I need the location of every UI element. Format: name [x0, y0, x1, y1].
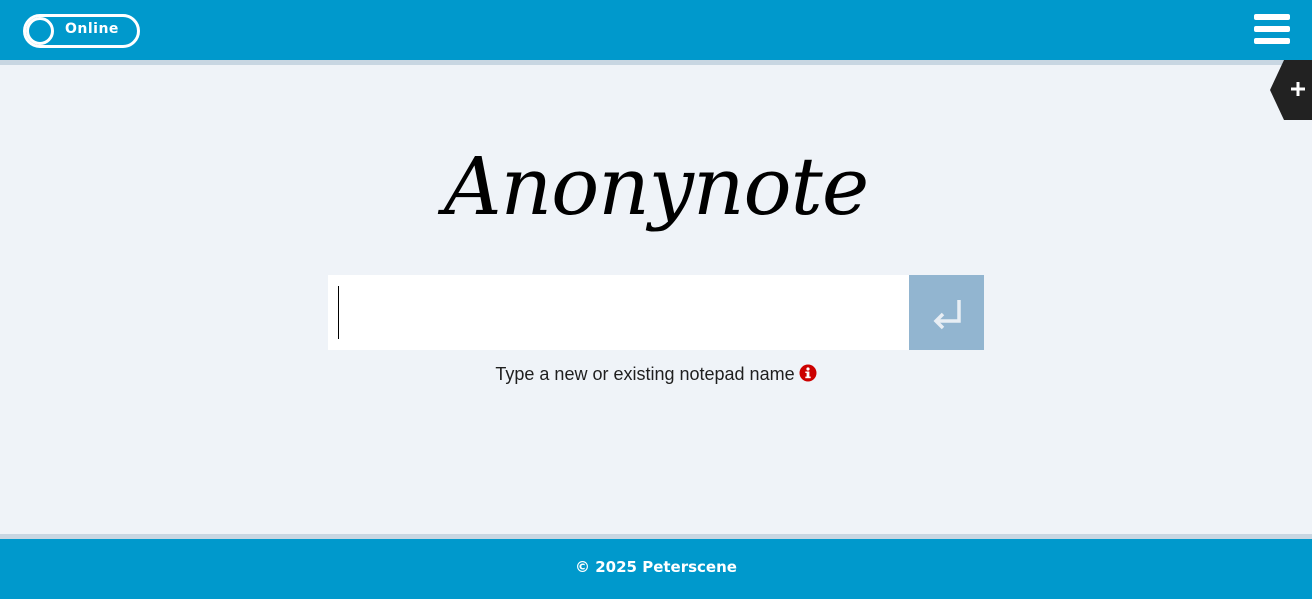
text-caret: [338, 286, 339, 339]
header-divider: [0, 60, 1312, 65]
hint-text: Type a new or existing notepad name: [495, 364, 795, 384]
add-tab-button[interactable]: [1270, 60, 1312, 120]
toggle-knob: [26, 17, 54, 45]
hamburger-menu-icon[interactable]: [1254, 14, 1290, 44]
copyright-text: © 2025 Peterscene: [575, 558, 737, 576]
submit-button[interactable]: [909, 275, 984, 350]
top-bar: Online: [0, 0, 1312, 60]
app-title: Anonynote: [443, 140, 869, 233]
plus-icon: [1270, 60, 1312, 120]
info-icon[interactable]: [799, 364, 817, 387]
notepad-name-input[interactable]: [328, 275, 909, 350]
enter-return-icon: [933, 300, 961, 330]
online-status-toggle[interactable]: Online: [23, 14, 140, 48]
footer: © 2025 Peterscene: [0, 539, 1312, 599]
toggle-label: Online: [65, 21, 119, 37]
hint-row: Type a new or existing notepad name: [0, 364, 1312, 387]
